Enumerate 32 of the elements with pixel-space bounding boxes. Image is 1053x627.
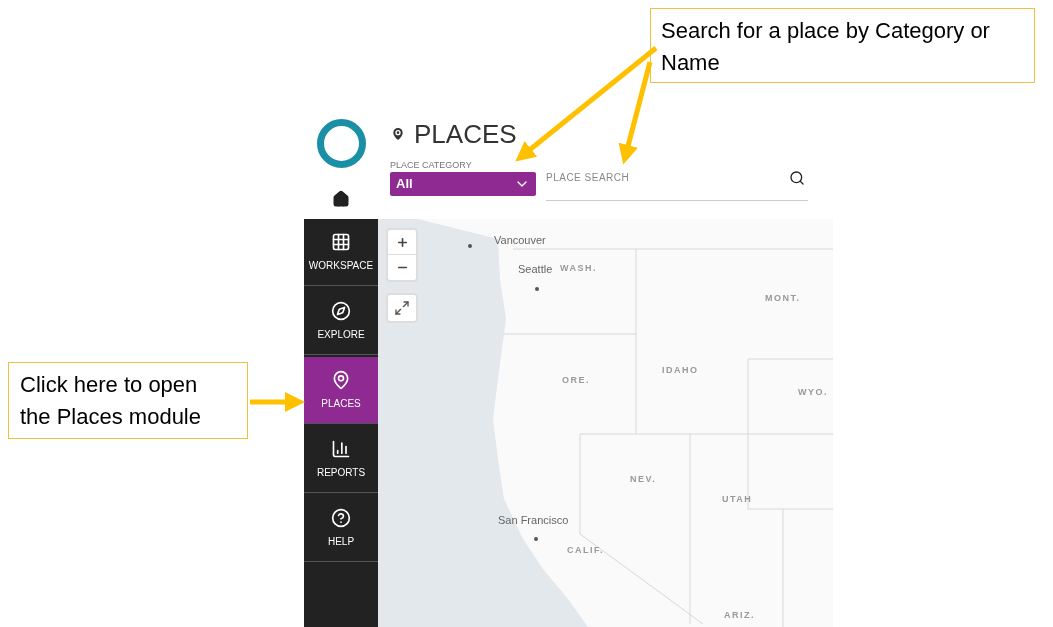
state-label: MONT. (765, 294, 801, 303)
home-icon[interactable] (332, 190, 350, 208)
expand-icon (394, 300, 410, 316)
chart-icon (331, 438, 351, 459)
logo-ring (316, 119, 366, 168)
state-label: ORE. (562, 376, 590, 385)
category-dropdown[interactable]: All (390, 172, 536, 196)
page-title: PLACES (414, 121, 517, 147)
state-label: WASH. (560, 264, 597, 273)
fullscreen-button[interactable] (386, 293, 418, 323)
plus-icon (395, 235, 409, 249)
arrow (250, 392, 305, 412)
callout-box: Search for a place by Category or Name (650, 8, 1035, 83)
help-icon (331, 507, 351, 528)
search-field[interactable]: PLACE SEARCH (546, 169, 808, 201)
city-label: Seattle (518, 264, 553, 275)
state-label: NEV. (630, 475, 657, 484)
grid-icon (331, 231, 351, 252)
pin-icon (390, 125, 406, 143)
state-label: IDAHO (662, 366, 699, 375)
state-label: WYO. (798, 388, 828, 397)
compass-icon (331, 300, 351, 321)
city-label: Vancouver (494, 235, 546, 246)
search-icon[interactable] (789, 170, 805, 186)
state-label: CALIF. (567, 546, 604, 555)
field-label: PLACE CATEGORY (390, 160, 473, 171)
city-label: San Francisco (498, 515, 569, 526)
pin-icon (331, 369, 351, 390)
callout-box: Click here to open the Places module (8, 362, 248, 439)
state-label: UTAH (722, 495, 753, 504)
state-label: ARIZ. (724, 611, 755, 620)
sidebar-item[interactable]: PLACES (304, 357, 378, 424)
